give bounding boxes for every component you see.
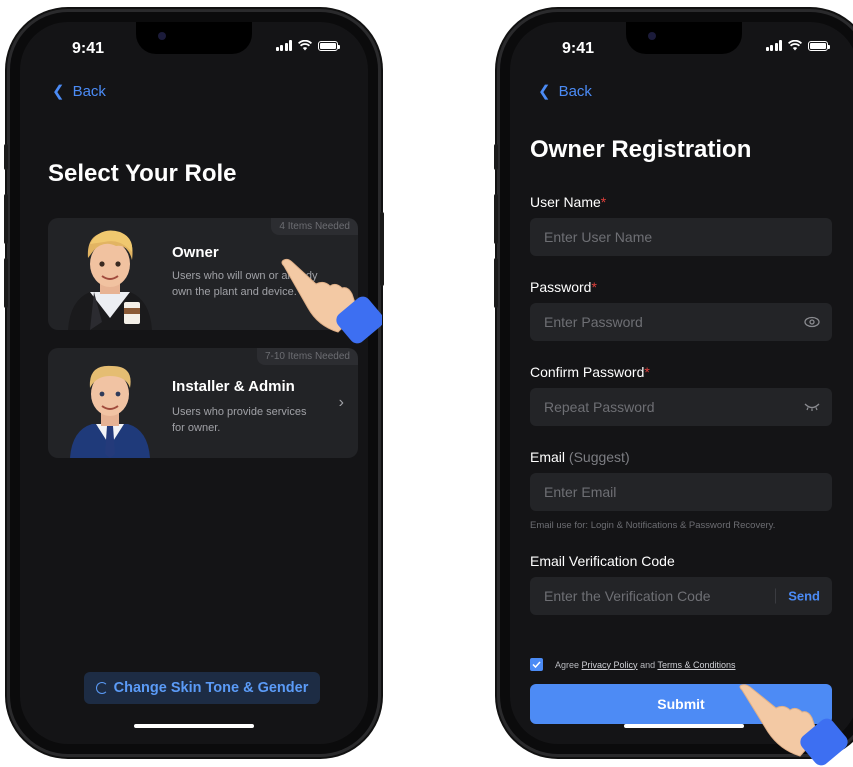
- mute-switch: [4, 144, 8, 170]
- back-button[interactable]: ❮ Back: [52, 82, 106, 101]
- phone-role-selection: 9:41 ❮ Back Select Your Role 4 Items Nee…: [4, 12, 384, 754]
- phone-owner-registration: 9:41 ❮ Back Owner Registration User Name…: [494, 12, 853, 754]
- wifi-icon: [298, 40, 312, 51]
- signal-icon: [275, 40, 292, 51]
- agree-and: and: [640, 659, 656, 670]
- role-card-installer-admin[interactable]: 7-10 Items Needed Installer & Admin User…: [48, 348, 358, 458]
- chevron-right-icon: ›: [338, 394, 344, 411]
- checkmark-icon: [532, 661, 541, 668]
- chevron-left-icon: ❮: [52, 83, 65, 100]
- registration-screen: 9:41 ❮ Back Owner Registration User Name…: [510, 22, 853, 744]
- optional-note: (Suggest): [568, 449, 630, 465]
- field-label-text: Email: [530, 449, 566, 465]
- volume-up-button: [494, 194, 498, 244]
- privacy-policy-link[interactable]: Privacy Policy: [582, 660, 638, 670]
- notch: [626, 22, 742, 54]
- input-placeholder: Enter User Name: [544, 229, 653, 245]
- eye-closed-icon[interactable]: [804, 402, 820, 412]
- camera-icon: [158, 32, 166, 40]
- home-indicator: [624, 724, 744, 728]
- verification-code-label: Email Verification Code: [530, 553, 675, 569]
- chevron-left-icon: ❮: [538, 83, 551, 100]
- volume-up-button: [4, 194, 8, 244]
- role-name: Installer & Admin: [172, 378, 295, 395]
- pointing-hand-icon: [739, 684, 848, 766]
- status-time: 9:41: [72, 40, 105, 57]
- change-skin-tone-gender-button[interactable]: Change Skin Tone & Gender: [84, 672, 320, 704]
- verification-code-input[interactable]: Enter the Verification Code Send: [530, 577, 832, 615]
- required-mark: *: [600, 194, 607, 210]
- volume-down-button: [4, 258, 8, 308]
- status-time: 9:41: [562, 40, 595, 57]
- field-label-text: Password: [530, 279, 592, 295]
- agree-text: Agree Privacy Policy and Terms & Conditi…: [555, 660, 735, 670]
- field-label-text: User Name: [530, 194, 601, 210]
- status-icons: [275, 40, 340, 51]
- home-indicator: [134, 724, 254, 728]
- items-needed-badge: 7-10 Items Needed: [256, 348, 358, 365]
- field-label-text: Email Verification Code: [530, 553, 675, 569]
- page-title: Owner Registration: [530, 136, 752, 163]
- agree-terms-row: Agree Privacy Policy and Terms & Conditi…: [530, 658, 735, 671]
- role-description: Users who provide services for owner.: [172, 406, 307, 434]
- battery-icon: [318, 40, 340, 51]
- confirm-password-input[interactable]: Repeat Password: [530, 388, 832, 426]
- installer-avatar: [70, 365, 150, 458]
- notch: [136, 22, 252, 54]
- field-label-text: Confirm Password: [530, 364, 645, 380]
- user-name-label: User Name*: [530, 194, 606, 210]
- role-name: Owner: [172, 244, 219, 261]
- eye-icon[interactable]: [804, 316, 820, 328]
- password-label: Password*: [530, 279, 597, 295]
- owner-avatar: [68, 230, 152, 330]
- pointing-hand-icon: [281, 258, 382, 344]
- terms-conditions-link[interactable]: Terms & Conditions: [657, 660, 735, 670]
- required-mark: *: [591, 279, 597, 295]
- page-title: Select Your Role: [48, 160, 237, 187]
- email-hint: Email use for: Login & Notifications & P…: [530, 520, 776, 531]
- skin-button-label: Change Skin Tone & Gender: [113, 680, 309, 696]
- camera-icon: [648, 32, 656, 40]
- wifi-icon: [788, 40, 802, 51]
- input-placeholder: Repeat Password: [544, 399, 655, 415]
- volume-down-button: [494, 258, 498, 308]
- status-icons: [765, 40, 830, 51]
- items-needed-badge: 4 Items Needed: [271, 218, 358, 235]
- role-screen: 9:41 ❮ Back Select Your Role 4 Items Nee…: [20, 22, 368, 744]
- signal-icon: [765, 40, 782, 51]
- required-mark: *: [644, 364, 650, 380]
- battery-icon: [808, 40, 830, 51]
- user-name-input[interactable]: Enter User Name: [530, 218, 832, 256]
- confirm-password-label: Confirm Password*: [530, 364, 650, 380]
- email-input[interactable]: Enter Email: [530, 473, 832, 511]
- agree-checkbox[interactable]: [530, 658, 543, 671]
- input-placeholder: Enter the Verification Code: [544, 588, 711, 604]
- agree-prefix: Agree: [555, 659, 580, 670]
- input-placeholder: Enter Password: [544, 314, 643, 330]
- mute-switch: [494, 144, 498, 170]
- email-label: Email (Suggest): [530, 449, 630, 465]
- password-input[interactable]: Enter Password: [530, 303, 832, 341]
- send-code-button[interactable]: Send: [775, 588, 820, 604]
- back-button[interactable]: ❮ Back: [538, 82, 592, 101]
- refresh-icon: [95, 682, 108, 694]
- back-label: Back: [72, 82, 106, 100]
- input-placeholder: Enter Email: [544, 484, 617, 500]
- back-label: Back: [558, 82, 592, 100]
